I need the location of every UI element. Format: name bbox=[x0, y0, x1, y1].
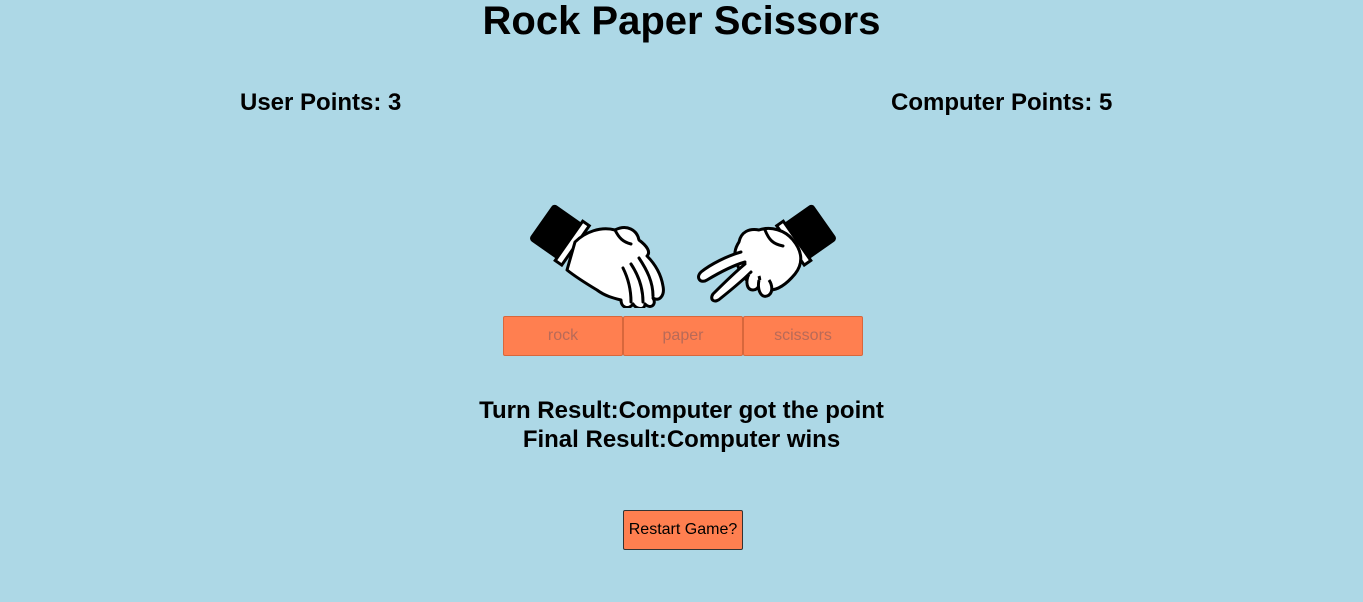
final-result: Final Result:Computer wins bbox=[522, 426, 841, 453]
turn-result: Turn Result:Computer got the point bbox=[479, 397, 884, 424]
restart-game-button[interactable]: Restart Game? bbox=[623, 510, 743, 550]
page-title: Rock Paper Scissors bbox=[482, 0, 881, 43]
scissors-hand-icon bbox=[697, 204, 836, 303]
user-points: User Points: 3 bbox=[240, 89, 402, 116]
choice-buttons: rock paper scissors bbox=[503, 316, 865, 356]
hands-display bbox=[527, 200, 839, 308]
paper-button[interactable]: paper bbox=[623, 316, 743, 356]
scissors-button[interactable]: scissors bbox=[743, 316, 863, 356]
computer-points: Computer Points: 5 bbox=[891, 89, 1113, 116]
rock-button[interactable]: rock bbox=[503, 316, 623, 356]
paper-hand-icon bbox=[530, 204, 665, 308]
